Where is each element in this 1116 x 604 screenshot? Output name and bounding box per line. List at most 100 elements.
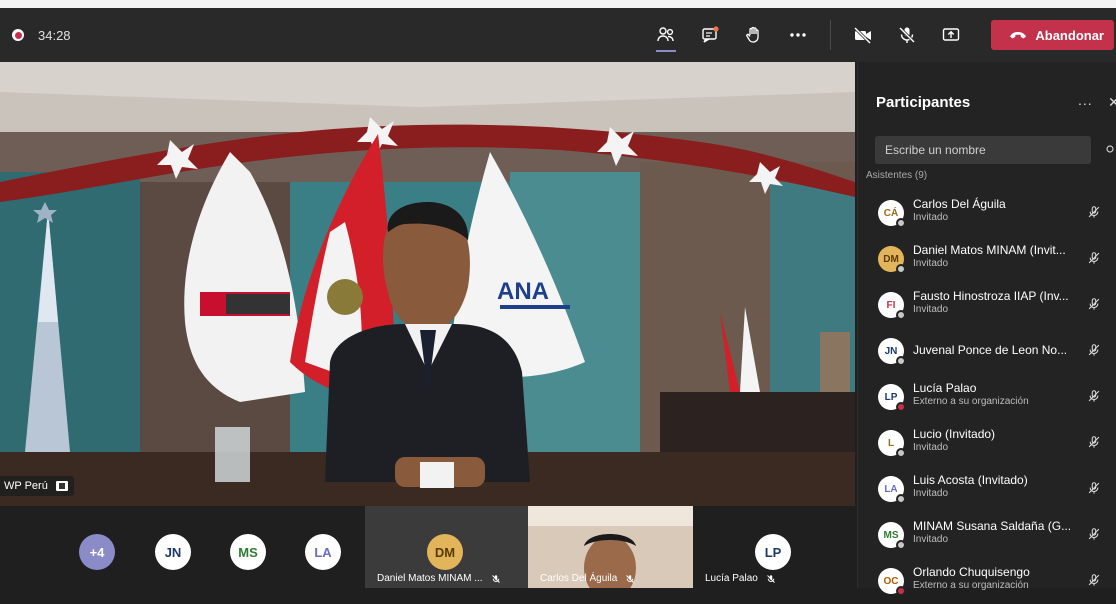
recording-indicator: 34:28 xyxy=(12,28,71,43)
camera-toggle-button[interactable] xyxy=(844,16,882,54)
participant-role: Invitado xyxy=(913,258,949,269)
participant-name: Carlos Del Águila xyxy=(913,197,1006,211)
overflow-participants-button[interactable]: +4 xyxy=(79,534,115,570)
tile-label: Carlos Del Águila xyxy=(540,573,635,584)
participants-panel: Participantes ... ✕ Asistentes (9) CÁ Ca… xyxy=(857,62,1116,596)
camera-off-icon xyxy=(854,26,872,45)
participant-avatar: L xyxy=(878,430,906,458)
mic-off-icon xyxy=(1088,206,1100,218)
mic-off-icon xyxy=(1088,344,1100,356)
participant-role: Invitado xyxy=(913,442,949,453)
panel-more-options-icon[interactable]: ... xyxy=(1078,92,1093,108)
participant-list: CÁ Carlos Del Águila Invitado DM Daniel M… xyxy=(858,190,1116,604)
hang-up-icon xyxy=(1010,32,1027,39)
participant-avatar: CÁ xyxy=(878,200,906,228)
participant-role: Invitado xyxy=(913,534,949,545)
participant-avatar: FI xyxy=(878,292,906,320)
mic-off-icon xyxy=(1088,390,1100,402)
participant-row[interactable]: DM Daniel Matos MINAM (Invit... Invitado xyxy=(858,236,1116,282)
status-icon xyxy=(896,218,906,228)
gallery-avatar-la[interactable]: LA xyxy=(305,534,341,570)
participant-row[interactable]: LP Lucía Palao Externo a su organización xyxy=(858,374,1116,420)
mic-off-icon xyxy=(626,574,635,583)
recording-icon xyxy=(12,29,24,41)
meeting-timer: 34:28 xyxy=(38,27,71,43)
main-video-stage[interactable]: ANA WP Perú xyxy=(0,62,855,506)
participant-row[interactable]: OC Orlando Chuquisengo Externo a su organ… xyxy=(858,558,1116,604)
participant-role: Invitado xyxy=(913,304,949,315)
gallery-avatar-jn[interactable]: JN xyxy=(155,534,191,570)
pinned-icon xyxy=(55,481,68,491)
tile-avatar: DM xyxy=(427,534,463,570)
raise-hand-icon xyxy=(746,26,760,43)
video-gallery: +4 JN MS LA DM Daniel Matos MINAM ... Ca… xyxy=(0,506,855,588)
leave-button[interactable]: Abandonar xyxy=(991,20,1114,50)
gallery-tile-daniel[interactable]: DM Daniel Matos MINAM ... xyxy=(365,506,528,588)
participant-role: Externo a su organización xyxy=(913,396,1029,407)
gallery-tile-carlos[interactable]: Carlos Del Águila xyxy=(528,506,693,588)
mic-off-icon xyxy=(1088,436,1100,448)
status-icon xyxy=(896,540,906,550)
share-screen-button[interactable] xyxy=(932,16,970,54)
window-top-strip xyxy=(0,0,1116,8)
participant-row[interactable]: LA Luis Acosta (Invitado) Invitado xyxy=(858,466,1116,512)
status-icon xyxy=(896,356,906,366)
participant-avatar: JN xyxy=(878,338,906,366)
participant-name: MINAM Susana Saldaña (G... xyxy=(913,519,1072,533)
chat-icon xyxy=(702,26,719,43)
attendees-section-header[interactable]: Asistentes (9) xyxy=(866,170,927,181)
overflow-count: +4 xyxy=(89,544,105,560)
participant-avatar: LA xyxy=(878,476,906,504)
mic-off-icon xyxy=(1088,298,1100,310)
participant-search-input[interactable] xyxy=(875,136,1091,164)
mic-off-icon xyxy=(1088,528,1100,540)
speaker-video-feed: ANA xyxy=(0,62,855,506)
participant-name: Daniel Matos MINAM (Invit... xyxy=(913,243,1066,257)
gallery-tile-lucia[interactable]: LP Lucía Palao xyxy=(693,506,855,588)
participant-avatar: LP xyxy=(878,384,906,412)
share-icon xyxy=(943,28,960,41)
leave-button-label: Abandonar xyxy=(1035,27,1104,43)
svg-text:ANA: ANA xyxy=(497,278,549,305)
participant-name: Fausto Hinostroza IIAP (Inv... xyxy=(913,289,1069,303)
raise-hand-button[interactable] xyxy=(735,16,773,54)
speaker-name-tag: WP Perú xyxy=(0,476,74,496)
status-icon xyxy=(896,264,906,274)
participant-role: Invitado xyxy=(913,212,949,223)
mic-off-icon xyxy=(491,574,500,583)
participant-role: Externo a su organización xyxy=(913,580,1029,591)
tile-label: Lucía Palao xyxy=(705,573,776,584)
status-icon xyxy=(896,310,906,320)
mic-off-icon xyxy=(1088,482,1100,494)
panel-close-icon[interactable]: ✕ xyxy=(1108,94,1116,111)
participant-name: Lucio (Invitado) xyxy=(913,427,996,441)
meeting-toolbar: 34:28 Abandonar xyxy=(0,8,1116,62)
mic-toggle-button[interactable] xyxy=(888,16,926,54)
speaker-name: WP Perú xyxy=(4,480,48,492)
participants-button[interactable] xyxy=(647,16,685,54)
participant-row[interactable]: L Lucio (Invitado) Invitado xyxy=(858,420,1116,466)
status-icon xyxy=(896,494,906,504)
tile-avatar: LP xyxy=(755,534,791,570)
participant-name: Lucía Palao xyxy=(913,381,977,395)
mic-off-icon xyxy=(1088,252,1100,264)
mic-off-icon xyxy=(766,574,775,583)
gallery-avatar-ms[interactable]: MS xyxy=(230,534,266,570)
participant-role: Invitado xyxy=(913,488,949,499)
participant-row[interactable]: FI Fausto Hinostroza IIAP (Inv... Invitad… xyxy=(858,282,1116,328)
participant-row[interactable]: MS MINAM Susana Saldaña (G... Invitado xyxy=(858,512,1116,558)
more-actions-button[interactable] xyxy=(779,16,817,54)
chat-button[interactable] xyxy=(691,16,729,54)
participant-row[interactable]: JN Juvenal Ponce de Leon No... xyxy=(858,328,1116,374)
panel-title: Participantes xyxy=(876,94,971,111)
mic-off-icon xyxy=(1088,574,1100,586)
participant-avatar: OC xyxy=(878,568,906,596)
participant-name: Luis Acosta (Invitado) xyxy=(913,473,1028,487)
participant-name: Juvenal Ponce de Leon No... xyxy=(913,343,1068,357)
status-icon xyxy=(896,402,906,412)
participant-avatar: DM xyxy=(878,246,906,274)
participant-name: Orlando Chuquisengo xyxy=(913,565,1030,579)
participant-row[interactable]: CÁ Carlos Del Águila Invitado xyxy=(858,190,1116,236)
toolbar-divider xyxy=(830,20,832,50)
share-invite-icon[interactable] xyxy=(1106,142,1116,160)
